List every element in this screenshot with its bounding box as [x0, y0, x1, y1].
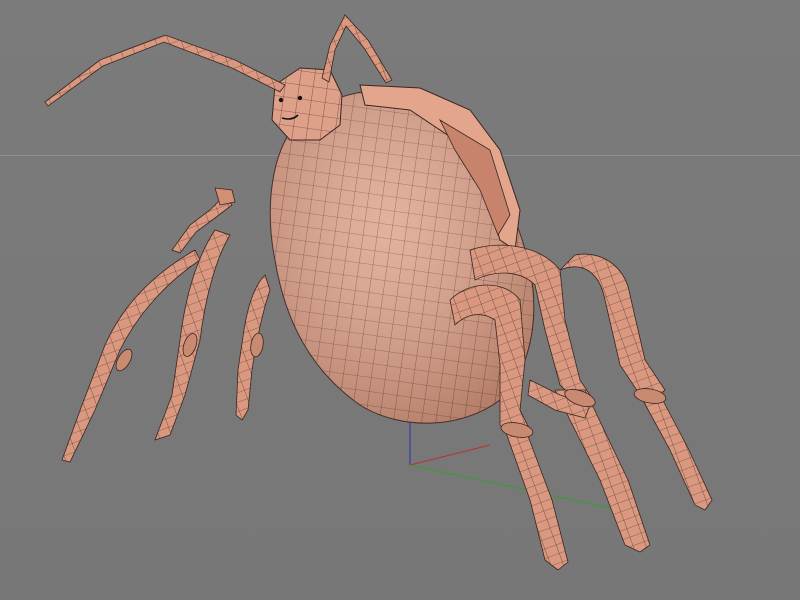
y-axis-line	[409, 464, 621, 511]
head-mesh	[271, 67, 343, 141]
3d-viewport[interactable]	[0, 0, 800, 600]
viewport-scene[interactable]	[0, 0, 800, 600]
x-axis-line	[409, 444, 491, 466]
back-left-legs	[61, 229, 271, 463]
right-eye	[297, 95, 303, 101]
left-eye	[278, 97, 284, 103]
